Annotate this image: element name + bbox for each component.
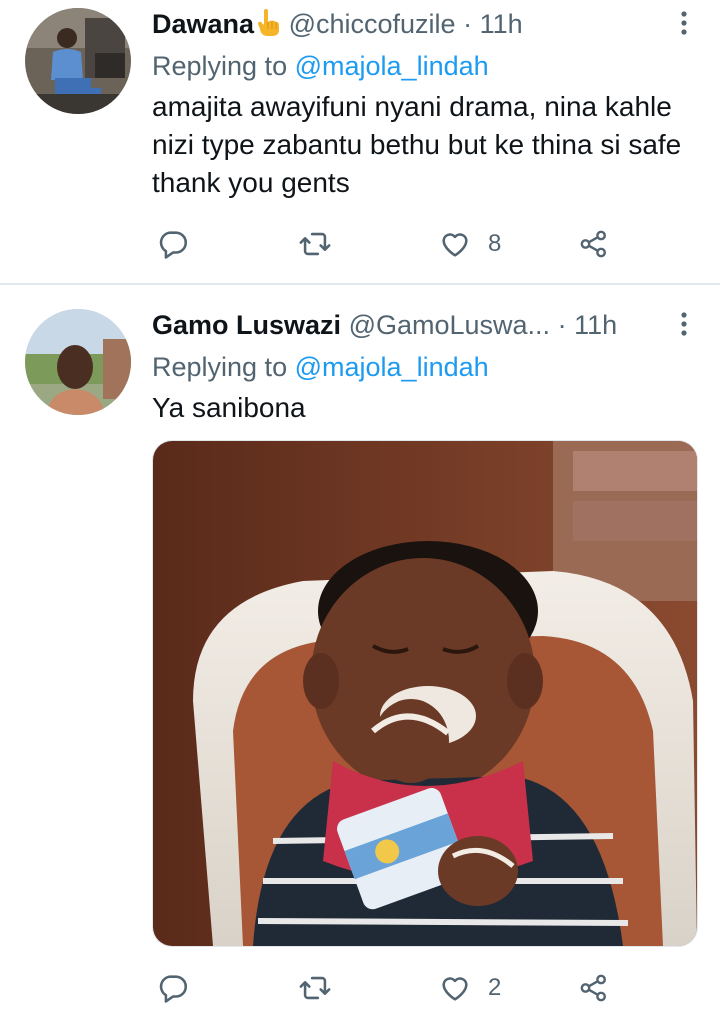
like-count: 8: [488, 230, 502, 257]
reply-button[interactable]: [156, 966, 190, 1010]
separator-dot: ·: [557, 310, 567, 340]
tweet-actions: 8: [152, 222, 622, 266]
avatar-photo: [25, 8, 131, 114]
retweet-icon: [299, 232, 331, 256]
timestamp[interactable]: 11h: [574, 310, 617, 340]
timestamp[interactable]: 11h: [480, 9, 523, 39]
separator-dot: ·: [463, 9, 473, 39]
username-handle[interactable]: @GamoLuswa...: [349, 310, 551, 340]
tweet-text: amajita awayifuni nyani drama, nina kahl…: [152, 91, 682, 198]
tweet-actions: 2: [152, 966, 622, 1010]
avatar[interactable]: [25, 309, 131, 415]
display-name[interactable]: Gamo Luswazi: [152, 310, 341, 340]
share-icon: [580, 974, 606, 1002]
avatar[interactable]: [25, 8, 131, 114]
tweet-text: Ya sanibona: [152, 392, 306, 423]
pointing-up-hand-emoji: [258, 9, 280, 36]
replying-to-label: Replying to: [152, 51, 288, 81]
retweet-button[interactable]: [298, 966, 332, 1010]
reply-icon: [159, 975, 188, 1003]
like-count: 2: [488, 974, 502, 1001]
tweet[interactable]: Gamo Luswazi @GamoLuswa... · 11h Replyin…: [0, 286, 720, 1018]
tweet-header: Dawana @chiccofuzile · 11h: [152, 2, 700, 46]
share-button[interactable]: [577, 966, 611, 1010]
replying-to-label: Replying to: [152, 352, 288, 382]
replying-to-mention[interactable]: @majola_lindah: [295, 51, 489, 81]
tweet[interactable]: Dawana @chiccofuzile · 11h Replying to @…: [0, 0, 720, 283]
tweet-divider: [0, 283, 720, 285]
like-button[interactable]: 2: [438, 966, 501, 1010]
more-icon[interactable]: [670, 2, 698, 46]
like-icon: [442, 233, 468, 257]
avatar-photo: [25, 309, 131, 415]
child-eating-yogurt-photo: [153, 441, 697, 946]
retweet-button[interactable]: [298, 222, 332, 266]
share-button[interactable]: [577, 222, 611, 266]
tweet-media-image[interactable]: [152, 440, 698, 947]
share-icon: [580, 230, 606, 258]
username-handle[interactable]: @chiccofuzile: [289, 9, 456, 39]
like-icon: [442, 977, 468, 1001]
display-name[interactable]: Dawana: [152, 9, 254, 39]
reply-icon: [159, 231, 188, 259]
replying-to-line: Replying to @majola_lindah: [152, 347, 700, 387]
retweet-icon: [299, 976, 331, 1000]
tweet-header: Gamo Luswazi @GamoLuswa... · 11h: [152, 303, 700, 347]
more-icon[interactable]: [670, 303, 698, 347]
replying-to-line: Replying to @majola_lindah: [152, 46, 700, 86]
replying-to-mention[interactable]: @majola_lindah: [295, 352, 489, 382]
like-button[interactable]: 8: [438, 222, 501, 266]
reply-button[interactable]: [156, 222, 190, 266]
